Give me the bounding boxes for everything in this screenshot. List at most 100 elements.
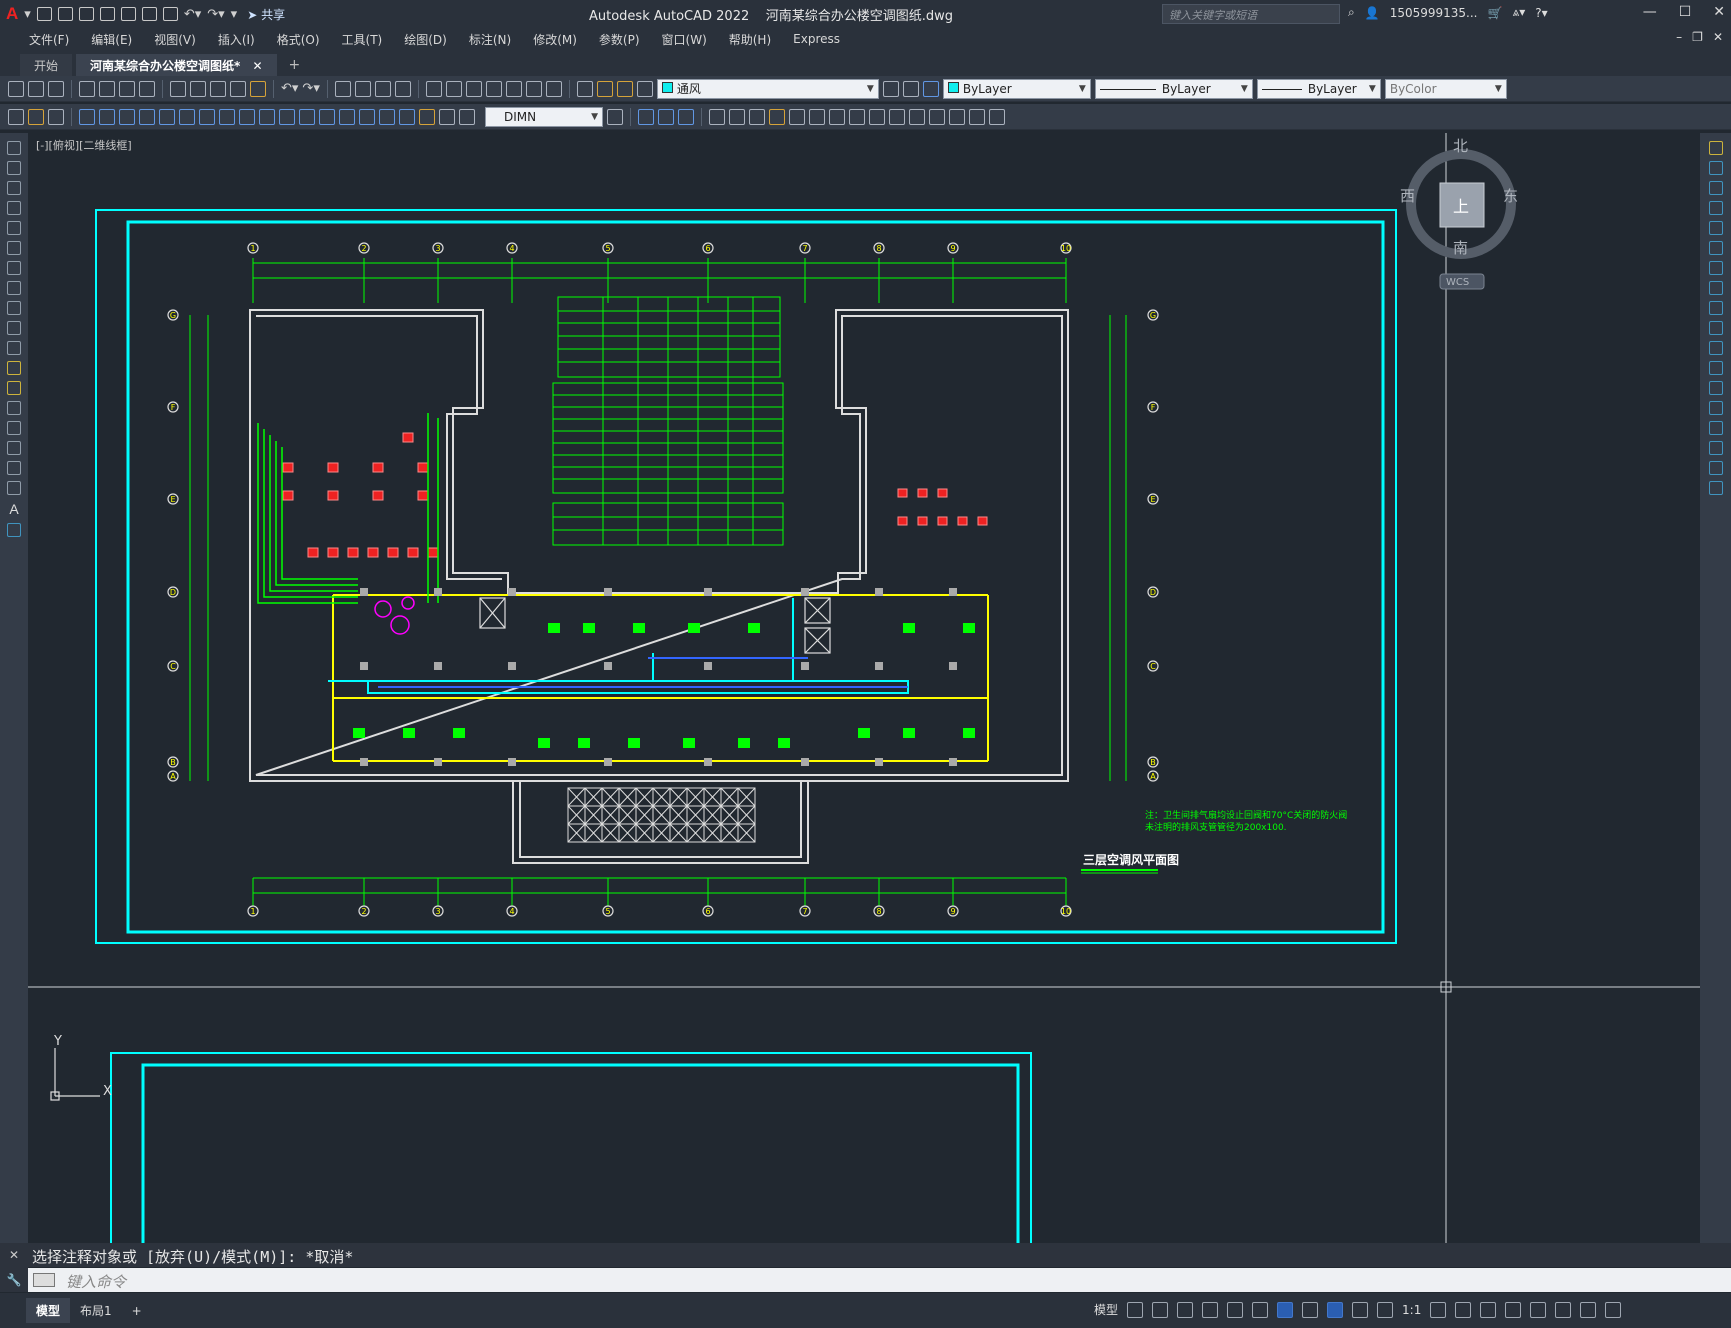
redo-toolbar-icon[interactable]: ↷▾ [302,81,319,96]
annotation-visibility-icon[interactable] [1352,1301,1369,1318]
annotation-scale[interactable]: 1:1 [1402,1303,1421,1317]
model-space-toggle[interactable]: 模型 [1094,1301,1118,1318]
block-editor-icon[interactable] [250,80,266,97]
menu-item[interactable]: Express [782,32,851,46]
selection-cycling-icon[interactable] [1327,1301,1344,1318]
auto-scale-icon[interactable] [1377,1301,1394,1318]
menu-item[interactable]: 标注(N) [458,31,522,48]
menu-item[interactable]: 文件(F) [18,31,80,48]
gradient-icon[interactable] [7,441,21,455]
save-as-icon[interactable] [99,7,115,21]
linear-dim-icon[interactable] [79,108,95,125]
design-center-icon[interactable] [445,80,462,97]
tab-drawing[interactable]: 河南某综合办公楼空调图纸* ✕ [76,54,277,76]
circle-icon[interactable] [7,261,21,275]
jogged-linear-icon[interactable] [399,108,415,125]
menu-item[interactable]: 修改(M) [522,31,588,48]
menu-item[interactable]: 工具(T) [331,31,394,48]
menu-item[interactable]: 绘图(D) [393,31,458,48]
tab-model[interactable]: 模型 [26,1298,71,1323]
quick-properties-icon[interactable] [1505,1301,1522,1318]
layer-previous-icon[interactable] [902,80,919,97]
cut-icon[interactable] [170,80,186,97]
draw-order-front-icon[interactable] [638,108,654,125]
fillet-icon[interactable] [1708,441,1723,455]
clean-screen-icon[interactable] [1580,1301,1597,1318]
quick-dim-icon[interactable] [239,108,255,125]
doc-restore-icon[interactable]: ❐ [1692,30,1703,44]
share-button[interactable]: ➤ 共享 [247,6,285,23]
lineweight-dropdown[interactable]: ByLayer ▼ [1256,78,1381,99]
tab-layout1[interactable]: 布局1 [70,1298,122,1323]
new-tab-button[interactable]: + [281,54,309,76]
help-icon[interactable]: ?▾ [1535,6,1547,20]
dimstyle-dropdown[interactable]: DIMN ▼ [485,106,603,127]
new-file-icon[interactable] [36,7,52,21]
pan-icon[interactable] [334,80,351,97]
ellipse-icon[interactable] [7,321,21,335]
spline-icon[interactable] [7,301,21,315]
inspect-icon[interactable] [379,108,395,125]
annotation-monitor-icon[interactable] [1455,1301,1472,1318]
tolerance-icon[interactable] [339,108,355,125]
rectangle-icon[interactable] [7,221,21,235]
jogged-dim-icon[interactable] [179,108,195,125]
scale-icon[interactable] [1708,281,1723,295]
polar-icon[interactable] [1202,1301,1219,1318]
add-layout-button[interactable]: + [122,1300,152,1322]
continue-dim-icon[interactable] [279,108,295,125]
open-file-icon[interactable] [57,7,73,21]
radius-dim-icon[interactable] [159,108,175,125]
customize-command-icon[interactable]: 🔧 [7,1273,22,1287]
customization-icon[interactable] [1605,1301,1622,1318]
close-button[interactable]: ✕ [1713,4,1725,20]
chamfer-icon[interactable] [1708,421,1723,435]
region-icon[interactable] [7,461,21,475]
plotstyle-dropdown[interactable]: ByColor ▼ [1384,78,1507,99]
break-at-point-icon[interactable] [1708,361,1723,375]
viewcube[interactable]: 上 北 南 东 西 WCS [1400,137,1518,290]
modify-tool-11-icon[interactable] [909,108,925,125]
user-name[interactable]: 1505999135... [1390,6,1478,20]
hatch-icon[interactable] [7,421,21,435]
undo-toolbar-icon[interactable]: ↶▾ [281,81,298,96]
insert-block-icon[interactable] [7,361,21,375]
layer-tools-icon[interactable] [48,108,64,125]
ordinate-dim-icon[interactable] [139,108,155,125]
print-preview-icon[interactable] [99,80,115,97]
zoom-realtime-icon[interactable] [354,80,371,97]
extend-icon[interactable] [1708,341,1723,355]
erase-icon[interactable] [1708,141,1723,155]
modify-tool-14-icon[interactable] [969,108,985,125]
modify-tool-1-icon[interactable] [709,108,725,125]
properties-icon[interactable] [425,80,442,97]
table-icon[interactable] [7,481,21,495]
customize-qat-icon[interactable]: ▾ [231,7,238,22]
menu-item[interactable]: 窗口(W) [651,31,718,48]
make-current-icon[interactable] [882,80,899,97]
snap-icon[interactable] [1152,1301,1169,1318]
menu-item[interactable]: 参数(P) [588,31,651,48]
modify-tool-7-icon[interactable] [829,108,845,125]
modify-tool-12-icon[interactable] [929,108,945,125]
point-icon[interactable] [7,401,21,415]
array-icon[interactable] [1708,221,1723,235]
recent-commands-icon[interactable] [33,1273,55,1287]
help-toolbar-icon[interactable] [545,80,562,97]
arc-length-icon[interactable] [119,108,135,125]
add-selected-icon[interactable] [7,523,21,537]
polyline-icon[interactable] [7,181,21,195]
sheet-set-icon[interactable] [485,80,502,97]
draw-order-back-icon[interactable] [658,108,674,125]
modify-tool-2-icon[interactable] [729,108,745,125]
units-icon[interactable] [1480,1301,1497,1318]
menu-item[interactable]: 编辑(E) [80,31,143,48]
doc-minimize-icon[interactable]: – [1676,30,1682,44]
dim-break-icon[interactable] [319,108,335,125]
break-icon[interactable] [1708,381,1723,395]
grid-icon[interactable] [1127,1301,1144,1318]
cart-icon[interactable]: 🛒 [1487,6,1502,20]
close-command-icon[interactable]: ✕ [9,1248,19,1262]
color-dropdown[interactable]: ByLayer ▼ [942,78,1091,99]
autodesk-app-icon[interactable]: ⩓▾ [1512,5,1525,20]
